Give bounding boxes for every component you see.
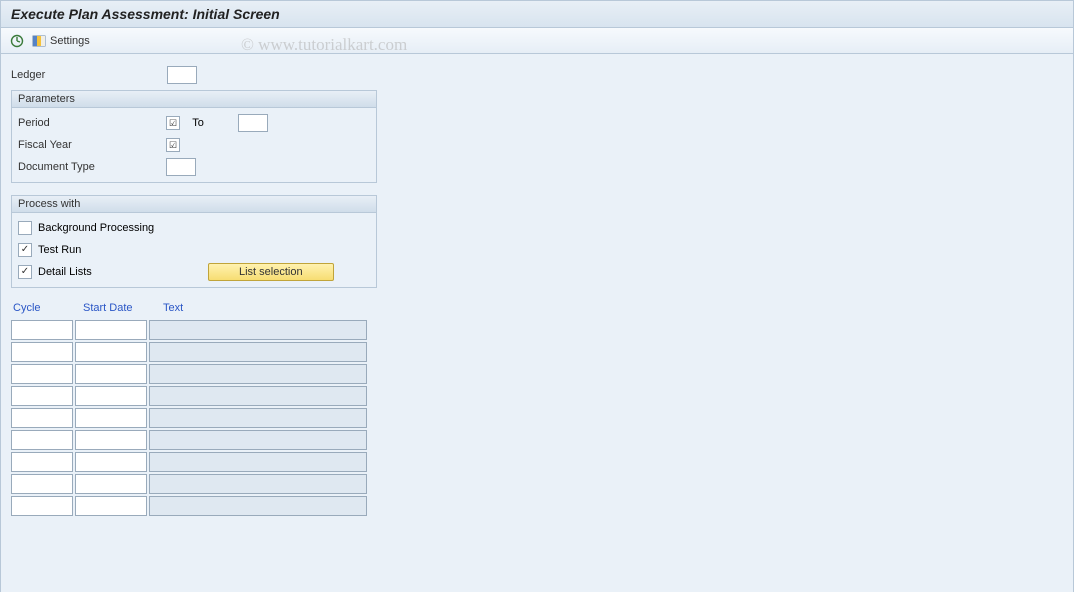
ledger-input[interactable] — [167, 66, 197, 84]
period-label: Period — [18, 117, 166, 129]
detail-lists-label: Detail Lists — [38, 266, 208, 278]
start-date-input[interactable] — [75, 430, 147, 450]
start-date-input[interactable] — [75, 364, 147, 384]
text-input[interactable] — [149, 452, 367, 472]
content: Ledger Parameters Period ☑ To Fiscal Yea… — [1, 54, 1073, 592]
cycle-input[interactable] — [11, 408, 73, 428]
cycle-table: Cycle Start Date Text — [11, 302, 1063, 516]
table-row — [11, 430, 1063, 450]
settings-button[interactable]: Settings — [31, 33, 90, 49]
process-group: Process with Background Processing Test … — [11, 195, 377, 288]
text-input[interactable] — [149, 408, 367, 428]
settings-label: Settings — [50, 35, 90, 47]
text-input[interactable] — [149, 342, 367, 362]
page-title: Execute Plan Assessment: Initial Screen — [1, 1, 1073, 28]
start-date-input[interactable] — [75, 320, 147, 340]
text-input[interactable] — [149, 386, 367, 406]
start-date-input[interactable] — [75, 496, 147, 516]
parameters-group: Parameters Period ☑ To Fiscal Year ☑ Doc… — [11, 90, 377, 183]
period-required-icon: ☑ — [166, 116, 180, 130]
start-date-input[interactable] — [75, 408, 147, 428]
background-processing-checkbox[interactable] — [18, 221, 32, 235]
document-type-label: Document Type — [18, 161, 166, 173]
background-processing-label: Background Processing — [38, 222, 154, 234]
cycle-input[interactable] — [11, 364, 73, 384]
start-date-input[interactable] — [75, 386, 147, 406]
to-label: To — [180, 117, 216, 129]
period-to-input[interactable] — [238, 114, 268, 132]
table-row — [11, 452, 1063, 472]
text-input[interactable] — [149, 364, 367, 384]
document-type-input[interactable] — [166, 158, 196, 176]
table-row — [11, 496, 1063, 516]
table-row — [11, 320, 1063, 340]
fiscal-year-label: Fiscal Year — [18, 139, 166, 151]
text-input[interactable] — [149, 430, 367, 450]
text-input[interactable] — [149, 320, 367, 340]
table-row — [11, 364, 1063, 384]
test-run-checkbox[interactable] — [18, 243, 32, 257]
start-date-input[interactable] — [75, 474, 147, 494]
test-run-label: Test Run — [38, 244, 81, 256]
col-cycle: Cycle — [13, 302, 75, 314]
parameters-title: Parameters — [12, 91, 376, 108]
cycle-input[interactable] — [11, 386, 73, 406]
cycle-input[interactable] — [11, 342, 73, 362]
execute-icon[interactable] — [9, 33, 25, 49]
list-selection-button[interactable]: List selection — [208, 263, 334, 281]
cycle-input[interactable] — [11, 474, 73, 494]
table-row — [11, 408, 1063, 428]
col-start-date: Start Date — [83, 302, 155, 314]
col-text: Text — [163, 302, 373, 314]
table-row — [11, 342, 1063, 362]
cycle-input[interactable] — [11, 320, 73, 340]
process-title: Process with — [12, 196, 376, 213]
cycle-input[interactable] — [11, 430, 73, 450]
ledger-label: Ledger — [11, 69, 161, 81]
settings-icon — [31, 33, 47, 49]
start-date-input[interactable] — [75, 452, 147, 472]
detail-lists-checkbox[interactable] — [18, 265, 32, 279]
table-row — [11, 386, 1063, 406]
start-date-input[interactable] — [75, 342, 147, 362]
table-row — [11, 474, 1063, 494]
cycle-input[interactable] — [11, 452, 73, 472]
text-input[interactable] — [149, 474, 367, 494]
fiscal-year-required-icon: ☑ — [166, 138, 180, 152]
text-input[interactable] — [149, 496, 367, 516]
cycle-input[interactable] — [11, 496, 73, 516]
toolbar: Settings — [1, 28, 1073, 54]
